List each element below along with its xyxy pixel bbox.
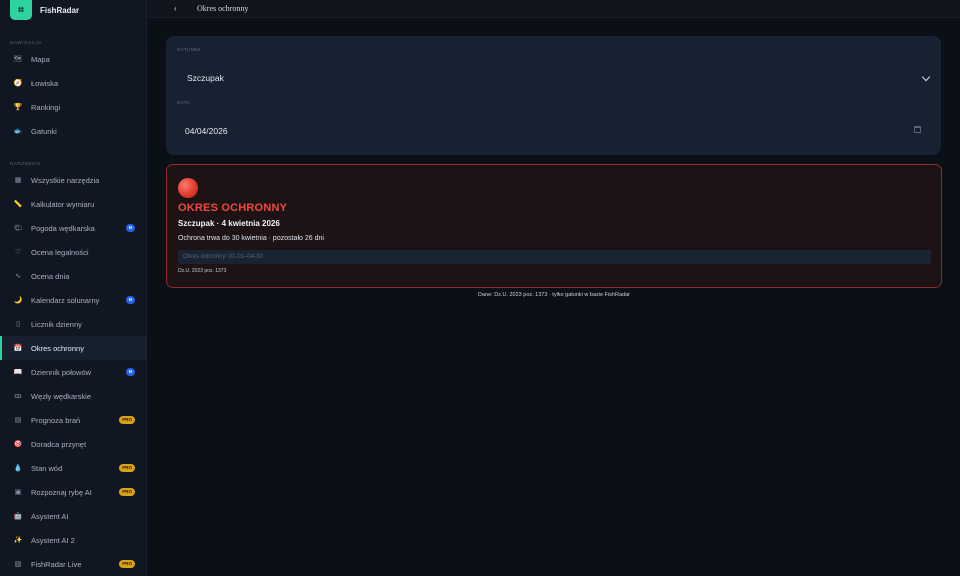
sidebar-item-label: Licznik dzienny <box>31 319 82 329</box>
pro-badge: PRO <box>119 560 135 568</box>
calendar-icon: 📅 <box>13 345 23 352</box>
species-label: GATUNEK <box>177 47 202 52</box>
sidebar-item-ocena-dnia[interactable]: ∿ Ocena dnia <box>0 264 146 288</box>
new-badge: N <box>125 224 135 232</box>
period-range: Okres ochronny: 01-01–04-30 <box>178 250 931 264</box>
sidebar-item-dziennik-połowów[interactable]: 📖 Dziennik połowów N <box>0 360 146 384</box>
species-select[interactable]: Szczupak <box>187 73 224 83</box>
result-card: OKRES OCHRONNY Szczupak · 4 kwietnia 202… <box>166 164 942 288</box>
sidebar-item-label: Rozpoznaj rybę AI <box>31 487 92 497</box>
sidebar-item-label: Rankingi <box>31 102 61 112</box>
result-summary: Szczupak · 4 kwietnia 2026 <box>178 219 280 228</box>
moon-icon: 🌙 <box>13 297 23 304</box>
sidebar-item-label: Węzły wędkarskie <box>31 391 92 401</box>
compass-icon: 🧭 <box>13 80 23 87</box>
query-form: GATUNEK Szczupak DATA 04/04/2026 <box>166 36 941 155</box>
sidebar-item-asystent-ai[interactable]: 🤖 Asystent AI <box>0 504 146 528</box>
sidebar-item-gatunki[interactable]: 🐟 Gatunki <box>0 119 146 143</box>
app-root: ⌗ FishRadar NAWIGACJA 🗺 Mapa 🧭 Łowiska 🏆 Rank… <box>0 0 960 576</box>
sidebar-item-doradca-przynęt[interactable]: 🎯 Doradca przynęt <box>0 432 146 456</box>
date-label: DATA <box>177 100 190 105</box>
sidebar-item-łowiska[interactable]: 🧭 Łowiska <box>0 71 146 95</box>
bait-icon: 🎯 <box>13 441 23 448</box>
sidebar-item-licznik-dzienny[interactable]: ▯ Licznik dzienny <box>0 312 146 336</box>
result-detail: Ochrona trwa do 30 kwietnia · pozostało … <box>178 235 324 242</box>
chart-icon: ∿ <box>15 273 21 280</box>
live-icon: ▧ <box>14 561 22 568</box>
sidebar-item-label: Ocena legalności <box>31 247 89 257</box>
sidebar-item-kalendarz-solunarny[interactable]: 🌙 Kalendarz solunarny N <box>0 288 146 312</box>
map-icon: 🗺 <box>13 56 23 63</box>
sidebar-item-prognoza-brań[interactable]: ▤ Prognoza brań PRO <box>0 408 146 432</box>
sidebar-item-label: Kalkulator wymiaru <box>31 199 95 209</box>
page-title: Okres ochronny <box>197 4 249 13</box>
sidebar-item-rozpoznaj-rybę-ai[interactable]: ▣ Rozpoznaj rybę AI PRO <box>0 480 146 504</box>
sidebar-item-label: Pogoda wędkarska <box>31 223 95 233</box>
water-drop-icon: 💧 <box>13 465 23 472</box>
new-badge: N <box>125 368 135 376</box>
trophy-icon: 🏆 <box>13 104 23 111</box>
sidebar-item-label: Doradca przynęt <box>31 439 87 449</box>
sidebar-item-stan-wód[interactable]: 💧 Stan wód PRO <box>0 456 146 480</box>
brand-name: FishRadar <box>40 5 80 15</box>
result-status: OKRES OCHRONNY <box>178 202 288 214</box>
sidebar-item-pogoda-wędkarska[interactable]: 🌤 Pogoda wędkarska N <box>0 216 146 240</box>
sidebar-item-okres-ochronny[interactable]: 📅 Okres ochronny <box>0 336 146 360</box>
pro-badge: PRO <box>119 416 135 424</box>
sidebar-item-węzły-wędkarskie[interactable]: ꝏ Węzły wędkarskie <box>0 384 146 408</box>
sidebar-item-kalkulator-wymiaru[interactable]: 📏 Kalkulator wymiaru <box>0 192 146 216</box>
sidebar-item-label: Łowiska <box>31 78 59 88</box>
fish-icon: 🐟 <box>13 128 23 135</box>
date-input[interactable]: 04/04/2026 <box>185 126 228 136</box>
counter-icon: ▯ <box>16 321 20 328</box>
sidebar-item-label: Asystent AI <box>31 511 69 521</box>
brand[interactable]: ⌗ FishRadar <box>0 0 146 20</box>
data-footnote: Dane: Dz.U. 2023 poz. 1373 · tylko gatun… <box>478 292 630 298</box>
sidebar-item-label: FishRadar Live <box>31 559 82 569</box>
sidebar-item-label: Asystent AI 2 <box>31 535 75 545</box>
calendar-picker-icon[interactable] <box>914 126 921 133</box>
sidebar-item-fishradar-live[interactable]: ▧ FishRadar Live PRO <box>0 552 146 576</box>
topbar: ‹ Okres ochronny <box>147 0 960 18</box>
nav-section-label: NAWIGACJA <box>10 40 42 45</box>
sidebar-item-label: Okres ochronny <box>31 343 84 353</box>
back-arrow-icon[interactable]: ‹ <box>174 4 184 13</box>
main-content: ‹ Okres ochronny GATUNEK Szczupak DATA 0… <box>147 0 960 576</box>
tools-section-label: NARZĘDZIA <box>10 161 41 166</box>
new-badge: N <box>125 296 135 304</box>
knot-icon: ꝏ <box>14 393 22 400</box>
tools-list: ▦ Wszystkie narzędzia 📏 Kalkulator wymiaru 🌤… <box>0 168 146 576</box>
toolbox-icon: ▦ <box>14 177 22 184</box>
sidebar-item-label: Ocena dnia <box>31 271 70 281</box>
sidebar-item-label: Mapa <box>31 54 50 64</box>
shield-icon: ♡ <box>14 249 22 256</box>
forecast-icon: ▤ <box>14 417 22 424</box>
sidebar-item-label: Gatunki <box>31 126 57 136</box>
chevron-down-icon[interactable] <box>921 72 931 82</box>
pro-badge: PRO <box>119 464 135 472</box>
sidebar: ⌗ FishRadar NAWIGACJA 🗺 Mapa 🧭 Łowiska 🏆 Rank… <box>0 0 147 576</box>
ruler-icon: 📏 <box>13 201 23 208</box>
book-icon: 📖 <box>13 369 23 376</box>
fishradar-logo-icon: ⌗ <box>10 0 32 20</box>
sidebar-item-mapa[interactable]: 🗺 Mapa <box>0 47 146 71</box>
sidebar-item-label: Prognoza brań <box>31 415 81 425</box>
sidebar-item-rankingi[interactable]: 🏆 Rankingi <box>0 95 146 119</box>
sidebar-item-asystent-ai-2[interactable]: ✨ Asystent AI 2 <box>0 528 146 552</box>
sparkle-icon: ✨ <box>13 537 23 544</box>
sidebar-item-label: Stan wód <box>31 463 63 473</box>
sidebar-item-label: Kalendarz solunarny <box>31 295 100 305</box>
robot-icon: 🤖 <box>13 513 23 520</box>
pro-badge: PRO <box>119 488 135 496</box>
red-status-dot-icon <box>178 178 198 198</box>
nav-list: 🗺 Mapa 🧭 Łowiska 🏆 Rankingi 🐟 Gatunki <box>0 47 146 143</box>
sidebar-item-label: Dziennik połowów <box>31 367 92 377</box>
sidebar-item-label: Wszystkie narzędzia <box>31 175 100 185</box>
scan-icon: ▣ <box>14 489 22 496</box>
sidebar-item-wszystkie-narzędzia[interactable]: ▦ Wszystkie narzędzia <box>0 168 146 192</box>
weather-icon: 🌤 <box>13 225 23 232</box>
sidebar-item-ocena-legalności[interactable]: ♡ Ocena legalności <box>0 240 146 264</box>
legal-source: Dz.U. 2023 poz. 1373 <box>178 268 227 274</box>
